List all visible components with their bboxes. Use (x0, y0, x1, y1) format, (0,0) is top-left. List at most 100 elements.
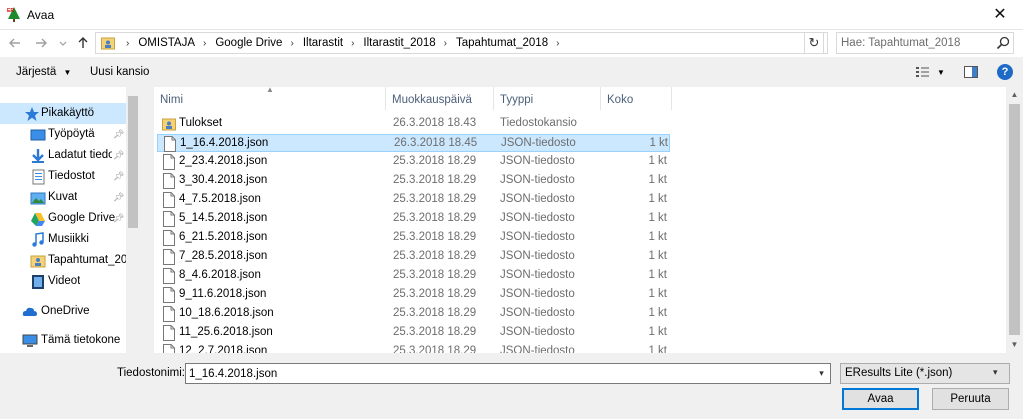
file-row[interactable]: 3_30.4.2018.json 25.3.2018 18.29 JSON-ti… (157, 172, 670, 190)
file-type: JSON-tiedosto (500, 155, 575, 167)
help-icon[interactable]: ? (997, 64, 1013, 80)
breadcrumb-item[interactable]: Iltarastit_2018 (363, 37, 435, 49)
preview-pane-icon[interactable] (963, 64, 979, 80)
file-list-scrollbar[interactable]: ▲ ▼ (1006, 87, 1023, 353)
breadcrumb-separator-icon[interactable]: › (195, 38, 215, 49)
file-row-folder[interactable]: Tulokset 26.3.2018 18.43 Tiedostokansio (157, 115, 670, 133)
sidebar-item-tapahtumat[interactable]: Tapahtumat_201 (0, 250, 126, 271)
file-size: 1 kt (648, 155, 667, 167)
breadcrumb-separator-icon[interactable]: › (436, 38, 456, 49)
file-name: 5_14.5.2018.json (179, 212, 268, 224)
organize-button[interactable]: Järjestä ▼ (16, 66, 71, 78)
sidebar-item-label: Tapahtumat_201 (48, 254, 126, 266)
scroll-down-arrow-icon[interactable]: ▼ (1006, 337, 1023, 353)
view-chevron-down-icon[interactable]: ▼ (937, 68, 945, 77)
file-row[interactable]: 2_23.4.2018.json 25.3.2018 18.29 JSON-ti… (157, 153, 670, 171)
file-size: 1 kt (648, 212, 667, 224)
sidebar-item-pictures[interactable]: Kuvat 📌︎ (0, 187, 126, 208)
sidebar-item-this-pc[interactable]: Tämä tietokone (0, 330, 126, 351)
sidebar-item-label: Työpöytä (48, 128, 95, 140)
recent-locations-chevron-icon[interactable] (54, 34, 72, 52)
sidebar-item-label: Tiedostot (48, 170, 95, 182)
music-icon (32, 232, 44, 247)
document-icon (163, 287, 175, 303)
breadcrumb-item[interactable]: OMISTAJA (138, 37, 195, 49)
file-modified: 25.3.2018 18.29 (393, 345, 477, 353)
file-size: 1 kt (648, 174, 667, 186)
scroll-up-arrow-icon[interactable]: ▲ (1006, 87, 1023, 103)
pictures-icon (30, 192, 46, 205)
document-icon (163, 344, 175, 353)
file-name: 7_28.5.2018.json (179, 250, 268, 262)
file-modified: 25.3.2018 18.29 (393, 174, 477, 186)
column-header-name[interactable]: Nimi ▲ (154, 87, 386, 110)
sidebar-scrollbar[interactable] (126, 87, 140, 353)
file-size: 1 kt (648, 231, 667, 243)
sidebar-item-documents[interactable]: Tiedostot 📌︎ (0, 166, 126, 187)
view-options-icon[interactable] (915, 64, 931, 80)
download-icon (32, 149, 44, 163)
breadcrumb-separator-icon[interactable]: › (548, 38, 568, 49)
back-arrow-icon[interactable] (6, 34, 24, 52)
sidebar-item-music[interactable]: Musiikki (0, 229, 126, 250)
column-header-type[interactable]: Tyyppi (494, 87, 601, 110)
file-row[interactable]: 7_28.5.2018.json 25.3.2018 18.29 JSON-ti… (157, 248, 670, 266)
file-row[interactable]: 5_14.5.2018.json 25.3.2018 18.29 JSON-ti… (157, 210, 670, 228)
sidebar-scrollbar-thumb[interactable] (128, 96, 138, 228)
sort-ascending-icon: ▲ (266, 87, 274, 94)
file-name: 9_11.6.2018.json (179, 288, 267, 300)
cancel-button[interactable]: Peruuta (932, 388, 1009, 410)
forward-arrow-icon[interactable] (32, 34, 50, 52)
up-arrow-icon[interactable] (74, 34, 92, 52)
file-row[interactable]: 6_21.5.2018.json 25.3.2018 18.29 JSON-ti… (157, 229, 670, 247)
desktop-icon (30, 129, 46, 141)
file-modified: 25.3.2018 18.29 (393, 212, 477, 224)
sidebar-item-quick-access[interactable]: Pikakäyttö (0, 103, 126, 124)
new-folder-button[interactable]: Uusi kansio (90, 66, 149, 78)
close-icon[interactable]: ✕ (991, 6, 1009, 24)
breadcrumb-item[interactable]: Google Drive (215, 37, 282, 49)
file-type-filter-select[interactable]: EResults Lite (*.json) ▾ (840, 363, 1010, 384)
file-row[interactable]: 11_25.6.2018.json 25.3.2018 18.29 JSON-t… (157, 324, 670, 342)
file-modified: 25.3.2018 18.29 (393, 250, 477, 262)
sidebar-item-google-drive[interactable]: Google Drive 📌︎ (0, 208, 126, 229)
breadcrumb-item[interactable]: Tapahtumat_2018 (456, 37, 548, 49)
file-list-scrollbar-thumb[interactable] (1009, 104, 1020, 335)
breadcrumb-item[interactable]: Iltarastit (303, 37, 343, 49)
search-icon[interactable] (995, 35, 1011, 51)
document-icon (163, 325, 175, 341)
filename-combobox[interactable]: ▾ (185, 363, 831, 384)
address-bar[interactable]: › OMISTAJA › Google Drive › Iltarastit ›… (95, 32, 828, 54)
file-row[interactable]: 12_2.7.2018.json 25.3.2018 18.29 JSON-ti… (157, 343, 670, 353)
file-type: JSON-tiedosto (500, 212, 575, 224)
breadcrumb-separator-icon[interactable]: › (282, 38, 302, 49)
sidebar-item-downloads[interactable]: Ladatut tiedo 📌︎ (0, 145, 126, 166)
file-row-selected[interactable]: 1_16.4.2018.json 26.3.2018 18.45 JSON-ti… (157, 134, 670, 152)
pin-icon: 📌︎ (113, 213, 125, 223)
open-button[interactable]: Avaa (842, 388, 919, 410)
breadcrumb-separator-icon[interactable]: › (343, 38, 363, 49)
star-icon (25, 107, 39, 121)
file-size: 1 kt (648, 288, 667, 300)
search-input[interactable] (841, 35, 991, 51)
user-folder-icon (162, 118, 176, 131)
column-header-size[interactable]: Koko (601, 87, 672, 110)
file-name: 6_21.5.2018.json (179, 231, 268, 243)
search-box[interactable] (836, 32, 1014, 54)
sidebar-item-desktop[interactable]: Työpöytä 📌︎ (0, 124, 126, 145)
breadcrumb-separator-icon[interactable]: › (118, 38, 138, 49)
file-type: JSON-tiedosto (500, 174, 575, 186)
column-header-modified[interactable]: Muokkauspäivä (386, 87, 494, 110)
refresh-icon[interactable]: ↻ (804, 32, 824, 54)
file-row[interactable]: 4_7.5.2018.json 25.3.2018 18.29 JSON-tie… (157, 191, 670, 209)
sidebar-item-onedrive[interactable]: OneDrive (0, 301, 126, 322)
chevron-down-icon: ▾ (993, 367, 998, 377)
file-row[interactable]: 9_11.6.2018.json 25.3.2018 18.29 JSON-ti… (157, 286, 670, 304)
sidebar-item-videos[interactable]: Videot (0, 271, 126, 292)
file-row[interactable]: 8_4.6.2018.json 25.3.2018 18.29 JSON-tie… (157, 267, 670, 285)
file-name: 10_18.6.2018.json (179, 307, 274, 319)
filename-dropdown-chevron-icon[interactable]: ▾ (813, 364, 830, 383)
file-row[interactable]: 10_18.6.2018.json 25.3.2018 18.29 JSON-t… (157, 305, 670, 323)
filename-input[interactable] (189, 366, 809, 381)
chevron-down-icon: ▼ (63, 68, 72, 77)
